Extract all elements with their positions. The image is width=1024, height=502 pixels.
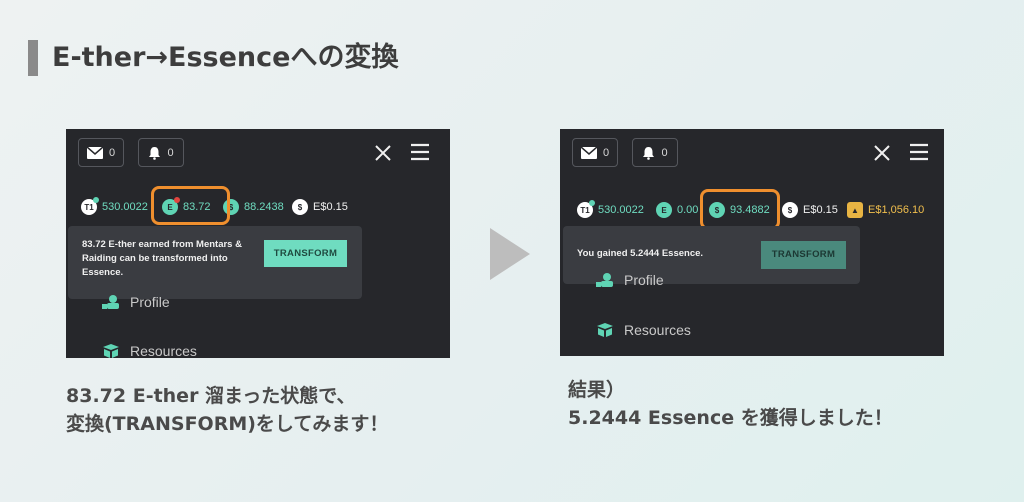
ether-balance[interactable]: E 0.00 xyxy=(656,202,698,218)
graduation-cap-icon: ▲ xyxy=(847,202,863,218)
t1-token-icon: T1 xyxy=(81,197,99,215)
box-icon xyxy=(597,323,613,337)
popup-message: You gained 5.2444 Essence. xyxy=(577,248,704,259)
box-icon xyxy=(103,344,119,358)
mail-icon xyxy=(86,146,103,159)
caption-right-line2: 5.2444 Essence を獲得しました！ xyxy=(568,407,893,429)
dollar-icon: $ xyxy=(292,199,308,215)
caption-left: 83.72 E-ther 溜まった状態で、 変換(TRANSFORM)をしてみま… xyxy=(66,382,388,438)
hamburger-menu-icon[interactable] xyxy=(410,143,430,161)
ecash-balance[interactable]: $ E$0.15 xyxy=(782,202,838,218)
mail-count: 0 xyxy=(108,146,116,159)
t1-balance[interactable]: T1 530.0022 xyxy=(81,197,148,215)
hamburger-menu-icon[interactable] xyxy=(909,143,929,161)
mail-icon xyxy=(580,146,597,159)
essence-balance[interactable]: $ 88.2438 xyxy=(223,199,284,215)
mail-button[interactable]: 0 xyxy=(78,138,124,167)
bell-icon xyxy=(643,146,655,160)
profile-icon xyxy=(102,295,119,309)
transform-button[interactable]: TRANSFORM xyxy=(264,240,347,267)
mail-button[interactable]: 0 xyxy=(572,138,618,167)
menu-item-profile[interactable]: Profile xyxy=(596,272,664,288)
transform-button[interactable]: TRANSFORM xyxy=(761,241,846,269)
notification-count: 0 xyxy=(661,146,668,159)
highlight-box xyxy=(700,189,780,230)
dollar-icon: $ xyxy=(782,202,798,218)
ecash-balance[interactable]: $ E$0.15 xyxy=(292,199,348,215)
caption-left-line2: 変換(TRANSFORM)をしてみます！ xyxy=(66,413,389,435)
menu-item-resources[interactable]: Resources xyxy=(102,343,197,358)
gold-balance[interactable]: ▲ E$1,056.10 xyxy=(847,202,924,218)
notification-button[interactable]: 0 xyxy=(632,138,678,167)
menu-item-profile[interactable]: Profile xyxy=(102,294,170,310)
after-screenshot-panel: 0 0 T1 530.0022 E 0.00 $ 93.4882 $ E$0.1… xyxy=(560,129,944,356)
notification-count: 0 xyxy=(167,146,174,159)
bell-icon xyxy=(149,146,161,160)
before-screenshot-panel: 0 0 T1 530.0022 E 83.72 $ 88.2438 $ E$0.… xyxy=(66,129,450,358)
ether-token-icon: E xyxy=(656,202,672,218)
highlight-box xyxy=(151,186,230,225)
mail-count: 0 xyxy=(602,146,610,159)
profile-icon xyxy=(596,273,613,287)
menu-item-resources[interactable]: Resources xyxy=(596,322,691,338)
popup-message: 83.72 E-ther earned from Mentars & Raidi… xyxy=(82,239,242,278)
arrow-right-icon xyxy=(490,228,530,280)
page-title: E-ther→Essenceへの変換 xyxy=(52,42,399,73)
caption-right: 結果） 5.2444 Essence を獲得しました！ xyxy=(568,376,893,432)
t1-token-icon: T1 xyxy=(577,200,595,218)
t1-balance[interactable]: T1 530.0022 xyxy=(577,200,644,218)
notification-button[interactable]: 0 xyxy=(138,138,184,167)
close-icon[interactable] xyxy=(373,143,393,163)
close-icon[interactable] xyxy=(872,143,892,163)
title-accent-bar xyxy=(28,40,38,76)
caption-left-line1: 83.72 E-ther 溜まった状態で、 xyxy=(66,385,356,407)
caption-right-line1: 結果） xyxy=(568,379,626,401)
transform-popup: 83.72 E-ther earned from Mentars & Raidi… xyxy=(68,226,362,299)
